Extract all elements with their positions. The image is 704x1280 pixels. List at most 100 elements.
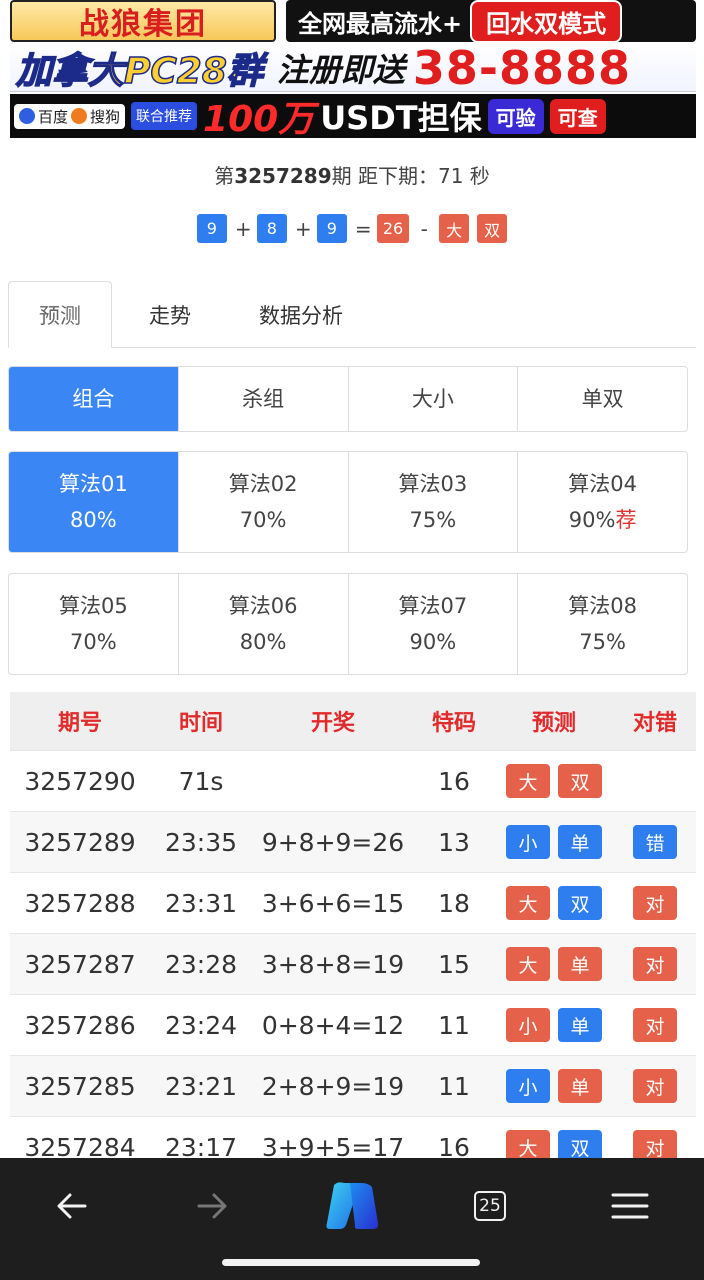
row-time: 23:31 [164,888,238,918]
prediction-chip: 小 [506,1008,550,1042]
algorithm-03[interactable]: 算法03 75% [349,452,519,552]
algorithm-04[interactable]: 算法04 90%荐 [518,452,687,552]
engine2-label: 搜狗 [90,107,121,126]
tab-trend[interactable]: 走势 [112,281,228,348]
algorithm-rate: 90% [409,630,457,654]
result-sum: 26 [376,214,410,243]
row-result: 对 [614,1069,696,1103]
baidu-icon [19,108,35,124]
row-draw: 2+8+9=19 [261,1071,405,1101]
table-row: 3257285 23:21 2+8+9=19 11 小单对 [10,1055,696,1116]
algorithm-01[interactable]: 算法01 80% [9,452,179,552]
forward-button[interactable] [182,1180,242,1232]
engine1-label: 百度 [38,107,69,126]
col-draw: 开奖 [310,711,355,736]
row-code: 13 [438,827,470,857]
algorithm-rate: 70% [70,630,117,654]
row-time: 71s [178,766,224,796]
verify-button[interactable]: 可验 [487,98,544,134]
prediction-chip: 双 [558,886,602,920]
row-time: 23:21 [164,1071,238,1101]
row-issue: 3257287 [24,949,136,979]
prediction-table: 期号 时间 开奖 特码 预测 对错 3257290 71s 16 大双 3257289 2… [10,692,696,1177]
mode-parity[interactable]: 单双 [518,367,687,431]
mode-combo[interactable]: 组合 [9,367,179,431]
row-prediction: 大双 [494,764,614,798]
col-time: 时间 [178,711,223,736]
back-button[interactable] [42,1180,102,1232]
home-indicator[interactable] [222,1259,480,1266]
row-draw: 3+6+6=15 [261,888,405,918]
row-prediction: 小单 [494,1069,614,1103]
last-result: 9 + 8 + 9 = 26 - 大 双 [0,214,704,243]
tab-predict[interactable]: 预测 [8,281,112,348]
table-body: 3257290 71s 16 大双 3257289 23:35 9+8+9=26 13 小单错 3… [10,750,696,1177]
row-issue: 3257286 [24,1010,136,1040]
menu-button[interactable] [600,1180,660,1232]
guarantee-banner[interactable]: 百度 搜狗 联合推荐 100万 USDT担保 可验 可查 [10,94,696,138]
prediction-chip: 大 [506,764,550,798]
recommended-mark: 荐 [615,508,637,532]
algorithm-06[interactable]: 算法06 80% [179,574,349,674]
register-banner[interactable]: 加拿大PC28群 注册即送 38-8888 [10,44,696,92]
prediction-chip: 单 [558,947,602,981]
mode-kill[interactable]: 杀组 [179,367,349,431]
table-row: 3257287 23:28 3+8+8=19 15 大单对 [10,933,696,994]
tabs-button[interactable]: 25 [460,1180,520,1232]
row-prediction: 小单 [494,1008,614,1042]
table-row: 3257286 23:24 0+8+4=12 11 小单对 [10,994,696,1055]
period-number: 3257289 [234,164,332,188]
prediction-chip: 双 [558,764,602,798]
result-parity: 双 [477,214,508,243]
period-info: 第3257289期 距下期：71 秒 [0,160,704,189]
row-time: 23:24 [164,1010,238,1040]
mode-size[interactable]: 大小 [349,367,519,431]
algorithm-name: 算法05 [59,594,128,618]
table-header: 期号 时间 开奖 特码 预测 对错 [10,692,696,750]
row-result: 错 [614,825,696,859]
algorithm-02[interactable]: 算法02 70% [179,452,349,552]
ad-banners[interactable]: 战狼集团 全网最高流水+ 回水双模式 加拿大PC28群 注册即送 38-8888… [10,0,696,138]
row-time: 23:28 [164,949,238,979]
copilot-button[interactable] [320,1174,384,1238]
algorithm-name: 算法03 [398,472,468,496]
algorithm-row-2: 算法05 70% 算法06 80% 算法07 90% 算法08 75% [8,573,688,675]
row-code: 11 [438,1010,470,1040]
rebate-banner[interactable]: 全网最高流水+ 回水双模式 [286,0,696,42]
row-code: 16 [438,766,470,796]
algorithm-rate: 70% [239,508,287,532]
algorithm-05[interactable]: 算法05 70% [9,574,179,674]
row-draw: 3+8+8=19 [261,949,405,979]
sogou-icon [71,108,88,124]
algorithm-08[interactable]: 算法08 75% [518,574,687,674]
brand-banner[interactable]: 战狼集团 [10,0,276,42]
menu-icon [611,1193,649,1219]
row-code: 18 [438,888,470,918]
result-chip: 错 [633,825,677,859]
period-countdown: 期 距下期：71 秒 [331,164,490,188]
mode-selector: 组合 杀组 大小 单双 [8,366,688,432]
equals-sign: = [354,216,372,241]
rebate-mode-pill: 回水双模式 [470,0,623,42]
result-chip: 对 [633,1008,677,1042]
row-prediction: 小单 [494,825,614,859]
table-row: 3257289 23:35 9+8+9=26 13 小单错 [10,811,696,872]
algorithm-07[interactable]: 算法07 90% [349,574,519,674]
rebate-slogan: 全网最高流水+ [298,9,463,38]
check-button[interactable]: 可查 [549,98,606,134]
dash-sign: - [420,216,428,241]
prediction-chip: 大 [506,886,550,920]
row-draw: 0+8+4=12 [261,1010,405,1040]
tab-analysis[interactable]: 数据分析 [228,281,374,348]
result-ball-2: 8 [256,214,287,243]
tabs-icon: 25 [474,1191,506,1221]
col-predict: 预测 [531,711,576,736]
table-row: 3257290 71s 16 大双 [10,750,696,811]
guarantee-amount: 100万 [203,99,315,138]
row-issue: 3257285 [24,1071,136,1101]
tab-count: 25 [479,1196,501,1216]
algorithm-name: 算法08 [568,594,637,618]
recommend-tag: 联合推荐 [131,102,198,130]
prediction-chip: 小 [506,825,550,859]
result-size: 大 [439,214,470,243]
